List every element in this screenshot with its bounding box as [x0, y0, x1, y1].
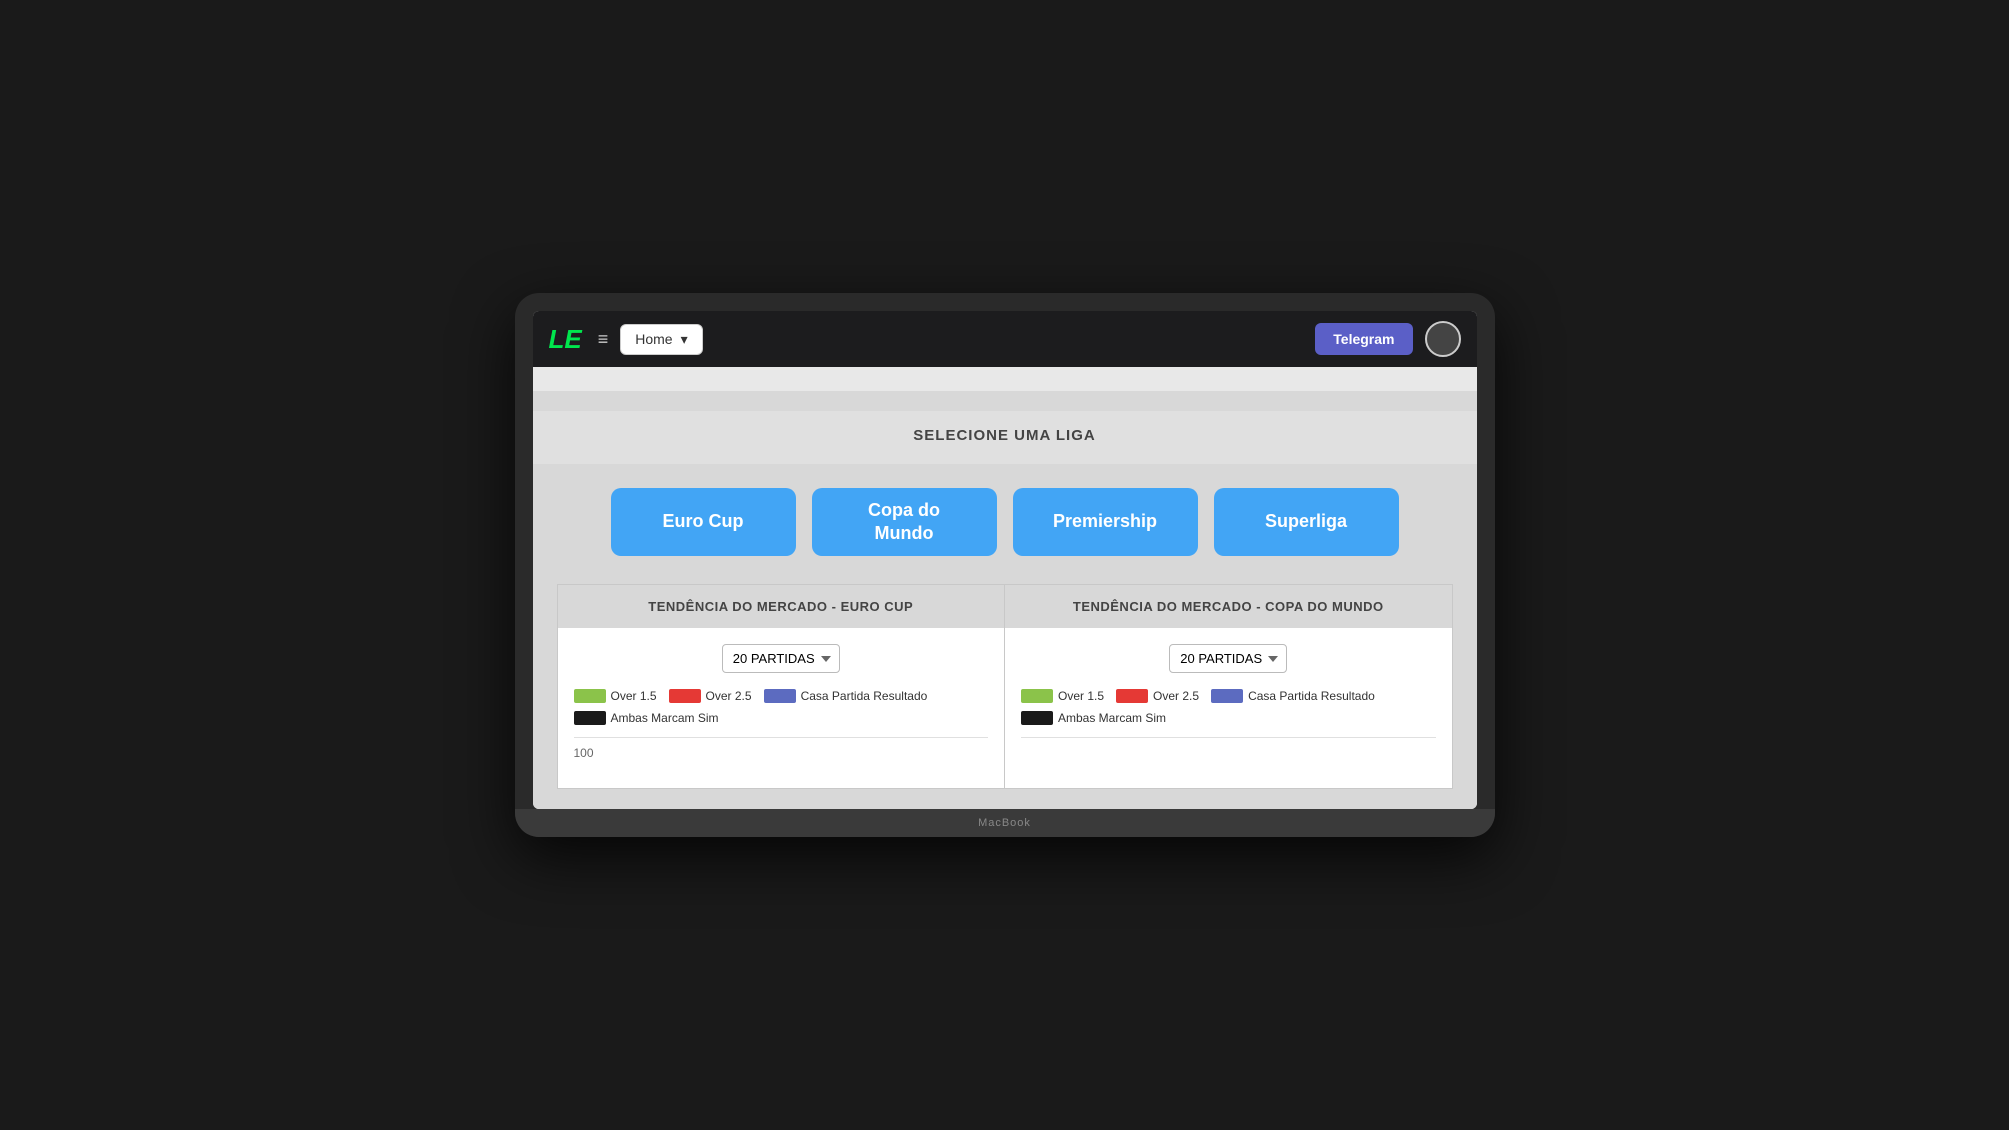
legend-color-over25-euro [669, 689, 701, 703]
legend-item-over15-copa: Over 1.5 [1021, 689, 1104, 703]
partidas-select-copa[interactable]: 20 PARTIDAS 5 PARTIDAS 10 PARTIDAS [1169, 644, 1287, 673]
select-league-title: SELECIONE UMA LIGA [533, 411, 1477, 464]
hamburger-icon[interactable]: ≡ [598, 329, 609, 350]
legend-color-over25-copa [1116, 689, 1148, 703]
legend-item-casa-euro: Casa Partida Resultado [764, 689, 928, 703]
league-btn-copa-do-mundo[interactable]: Copa doMundo [812, 488, 997, 556]
market-panel-copa: TENDÊNCIA DO MERCADO - COPA DO MUNDO 20 … [1005, 584, 1453, 789]
league-btn-euro-cup[interactable]: Euro Cup [611, 488, 796, 556]
market-panel-euro-cup: TENDÊNCIA DO MERCADO - EURO CUP 20 PARTI… [557, 584, 1006, 789]
dropdown-chevron-icon: ▾ [681, 331, 688, 348]
legend-item-casa-copa: Casa Partida Resultado [1211, 689, 1375, 703]
league-btn-superliga[interactable]: Superliga [1214, 488, 1399, 556]
telegram-button[interactable]: Telegram [1315, 323, 1412, 355]
legend-item-over15-euro: Over 1.5 [574, 689, 657, 703]
legend-label-casa-copa: Casa Partida Resultado [1248, 689, 1375, 703]
league-buttons-row: Euro Cup Copa doMundo Premiership Superl… [557, 488, 1453, 556]
legend-label-over25-euro: Over 2.5 [706, 689, 752, 703]
legend-color-ambas-euro [574, 711, 606, 725]
panel-copa-body: 20 PARTIDAS 5 PARTIDAS 10 PARTIDAS Over … [1005, 628, 1452, 788]
legend-item-ambas-euro: Ambas Marcam Sim [574, 711, 719, 725]
legend-item-over25-copa: Over 2.5 [1116, 689, 1199, 703]
panel-euro-cup-body: 20 PARTIDAS 5 PARTIDAS 10 PARTIDAS Over … [558, 628, 1005, 788]
laptop-bottom-bar: MacBook [515, 809, 1495, 837]
home-dropdown-label: Home [635, 331, 672, 347]
chart-y-label-euro: 100 [574, 746, 594, 760]
legend-label-over15-copa: Over 1.5 [1058, 689, 1104, 703]
legend-color-ambas-copa [1021, 711, 1053, 725]
legend-item-ambas-copa: Ambas Marcam Sim [1021, 711, 1166, 725]
chart-copa [1021, 737, 1436, 746]
legend-copa: Over 1.5 Over 2.5 Casa Partida Resultado [1021, 689, 1436, 725]
legend-color-over15-copa [1021, 689, 1053, 703]
league-btn-premiership[interactable]: Premiership [1013, 488, 1198, 556]
legend-label-casa-euro: Casa Partida Resultado [801, 689, 928, 703]
laptop-screen: LE ≡ Home ▾ Telegram SELECIONE UMA LIGA … [533, 311, 1477, 809]
legend-euro-cup: Over 1.5 Over 2.5 Casa Partida Resultado [574, 689, 989, 725]
chart-euro-cup: 100 [574, 737, 989, 760]
legend-label-ambas-copa: Ambas Marcam Sim [1058, 711, 1166, 725]
app-header: LE ≡ Home ▾ Telegram [533, 311, 1477, 367]
legend-label-ambas-euro: Ambas Marcam Sim [611, 711, 719, 725]
market-panels: TENDÊNCIA DO MERCADO - EURO CUP 20 PARTI… [557, 584, 1453, 789]
legend-color-casa-copa [1211, 689, 1243, 703]
panel-copa-title: TENDÊNCIA DO MERCADO - COPA DO MUNDO [1005, 585, 1452, 628]
legend-color-casa-euro [764, 689, 796, 703]
legend-label-over15-euro: Over 1.5 [611, 689, 657, 703]
laptop-frame: LE ≡ Home ▾ Telegram SELECIONE UMA LIGA … [515, 293, 1495, 837]
partidas-select-euro-cup[interactable]: 20 PARTIDAS 5 PARTIDAS 10 PARTIDAS [722, 644, 840, 673]
legend-item-over25-euro: Over 2.5 [669, 689, 752, 703]
app-logo: LE [549, 326, 582, 352]
laptop-brand-label: MacBook [978, 817, 1031, 829]
main-content: SELECIONE UMA LIGA Euro Cup Copa doMundo… [533, 391, 1477, 809]
panel-euro-cup-title: TENDÊNCIA DO MERCADO - EURO CUP [558, 585, 1005, 628]
subheader-bar [533, 367, 1477, 391]
legend-label-over25-copa: Over 2.5 [1153, 689, 1199, 703]
avatar[interactable] [1425, 321, 1461, 357]
legend-color-over15-euro [574, 689, 606, 703]
home-dropdown[interactable]: Home ▾ [620, 324, 702, 355]
